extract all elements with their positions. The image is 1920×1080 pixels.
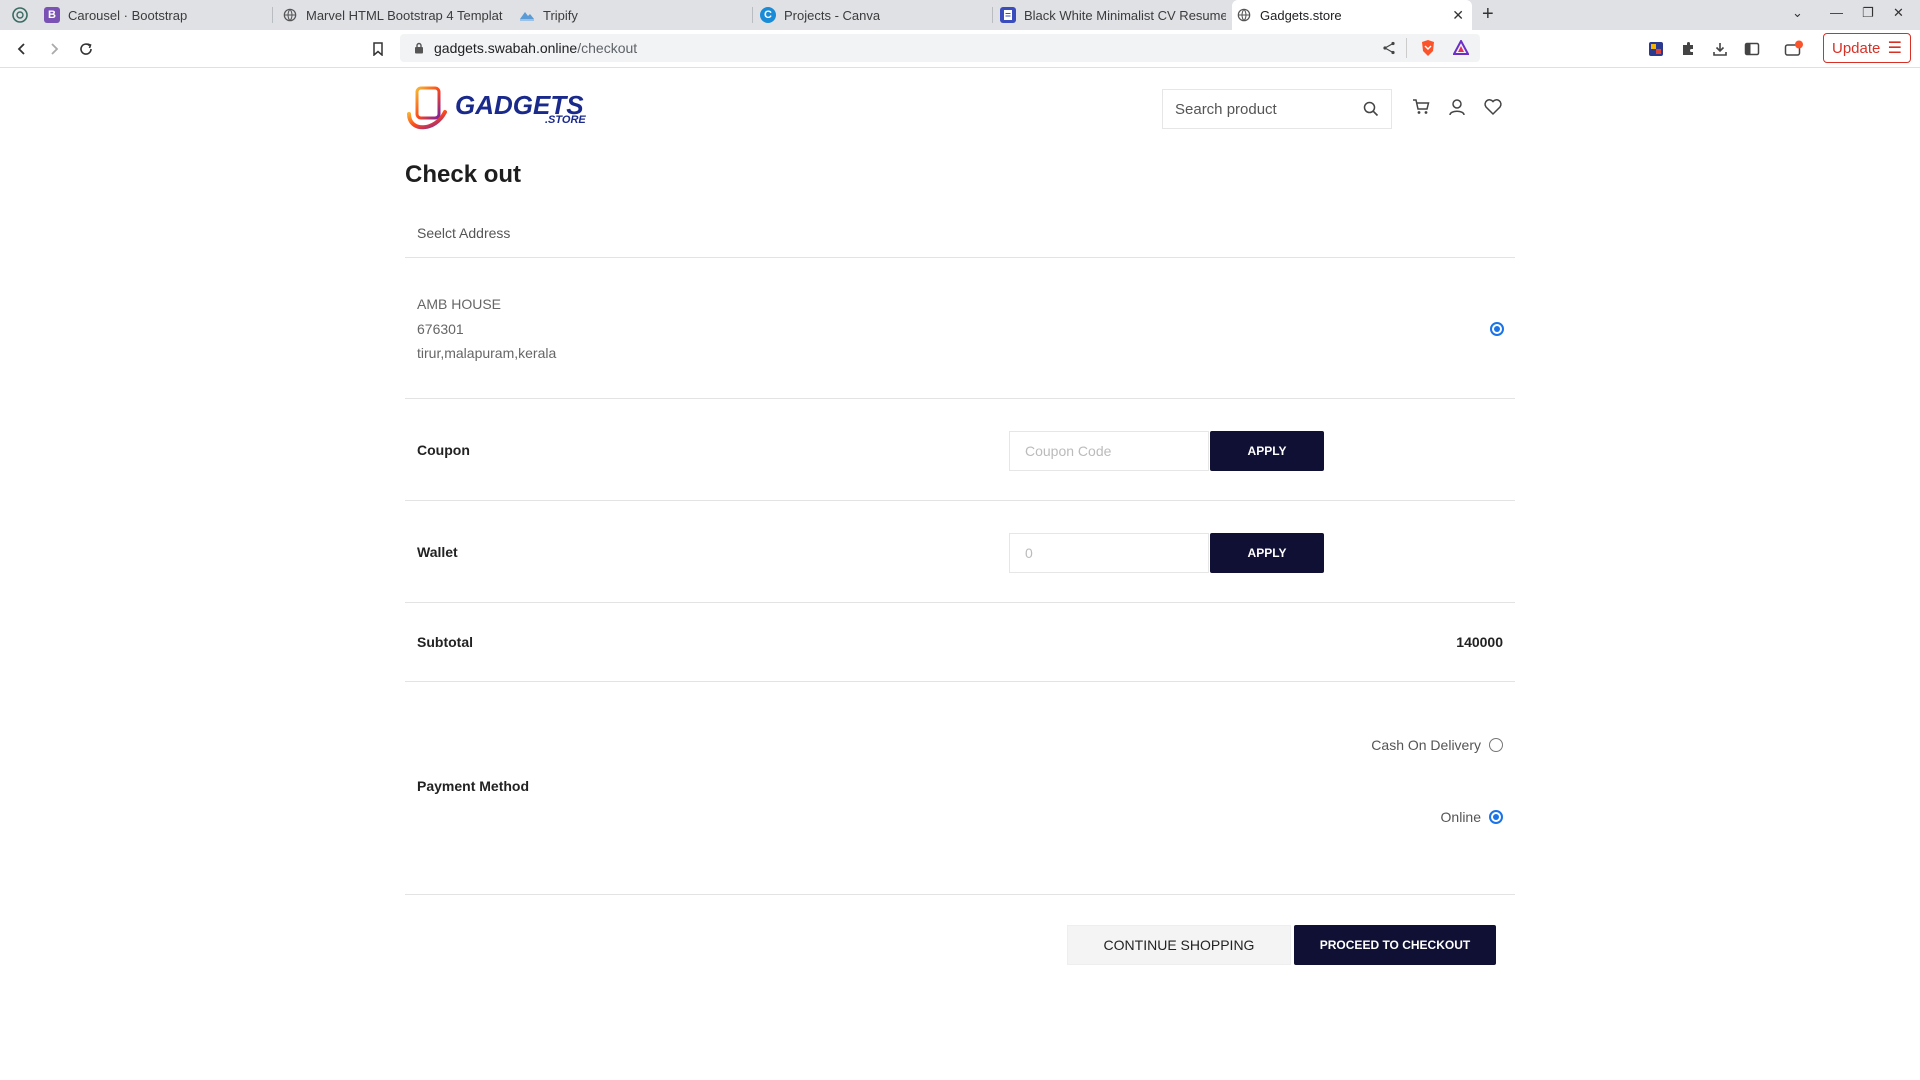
- browser-tab-bar: B Carousel · Bootstrap Marvel HTML Boots…: [0, 0, 1920, 30]
- tab-canva[interactable]: C Projects - Canva: [756, 0, 986, 30]
- online-radio[interactable]: [1489, 810, 1503, 824]
- brave-rewards-icon[interactable]: [1453, 40, 1469, 56]
- search-box: [1162, 89, 1392, 129]
- tab-gadgets-store[interactable]: Gadgets.store ✕: [1232, 0, 1472, 30]
- share-icon[interactable]: [1382, 41, 1396, 55]
- logo-suffix: .STORE: [545, 114, 586, 126]
- payment-option-cod[interactable]: Cash On Delivery: [1371, 737, 1503, 753]
- apply-wallet-button[interactable]: APPLY: [1210, 533, 1324, 573]
- tab-title: Marvel HTML Bootstrap 4 Templat: [306, 7, 503, 23]
- coupon-code-input[interactable]: [1009, 431, 1209, 471]
- site-header: GADGETS .STORE: [405, 68, 1515, 148]
- sidebar-icon[interactable]: [1744, 41, 1760, 57]
- chatgpt-tab-icon[interactable]: [0, 0, 40, 30]
- divider: [405, 398, 1515, 399]
- search-icon[interactable]: [1363, 101, 1379, 117]
- coupon-label: Coupon: [417, 442, 470, 458]
- subtotal-value: 140000: [1456, 634, 1503, 650]
- address-line-2: 676301: [417, 320, 464, 337]
- globe-icon: [282, 7, 298, 23]
- lock-icon: [415, 42, 423, 54]
- bookmark-icon[interactable]: [368, 39, 388, 59]
- doc-icon: [1000, 7, 1016, 23]
- payment-method-label: Payment Method: [417, 778, 530, 794]
- divider: [405, 500, 1515, 501]
- address-line-1: AMB HOUSE: [417, 296, 502, 312]
- close-tab-icon[interactable]: ✕: [1452, 7, 1464, 24]
- tab-title: Tripify: [543, 7, 578, 23]
- tab-title: Gadgets.store: [1260, 7, 1342, 23]
- back-icon[interactable]: [12, 39, 32, 59]
- tripify-icon: [519, 7, 535, 23]
- reload-icon[interactable]: [76, 39, 96, 59]
- canva-icon: C: [760, 7, 776, 23]
- close-window-icon[interactable]: ✕: [1893, 5, 1904, 21]
- restore-icon[interactable]: ❐: [1862, 5, 1874, 21]
- tab-title: Projects - Canva: [784, 7, 881, 23]
- update-button[interactable]: Update ☰: [1823, 33, 1911, 63]
- tab-tripify[interactable]: Tripify: [515, 0, 745, 30]
- address-bar[interactable]: gadgets.swabah.online/checkout: [400, 34, 1480, 62]
- user-icon[interactable]: [1447, 97, 1467, 117]
- globe-icon: [1236, 7, 1252, 23]
- proceed-to-checkout-button[interactable]: PROCEED TO CHECKOUT: [1294, 925, 1496, 965]
- new-tab-icon[interactable]: +: [1482, 3, 1494, 26]
- menu-icon: ☰: [1887, 40, 1902, 57]
- address-radio[interactable]: [1490, 322, 1504, 336]
- subtotal-label: Subtotal: [417, 634, 473, 650]
- tab-carousel-bootstrap[interactable]: B Carousel · Bootstrap: [40, 0, 270, 30]
- url-path: /checkout: [577, 40, 638, 56]
- tab-title: Black White Minimalist CV Resume: [1024, 7, 1226, 23]
- cod-radio[interactable]: [1489, 738, 1503, 752]
- wallet-amount-input[interactable]: [1009, 533, 1209, 573]
- divider: [405, 894, 1515, 895]
- checkout-page: GADGETS .STORE Check out Seelct Address …: [405, 68, 1515, 965]
- brave-shields-icon[interactable]: [1420, 39, 1436, 57]
- forward-icon[interactable]: [44, 39, 64, 59]
- payment-option-label: Online: [1440, 809, 1481, 825]
- divider: [405, 257, 1515, 258]
- bootstrap-icon: B: [44, 7, 60, 23]
- page-title: Check out: [405, 161, 522, 188]
- cart-icon[interactable]: [1411, 97, 1431, 117]
- tab-cv-resume[interactable]: Black White Minimalist CV Resume: [996, 0, 1226, 30]
- tab-title: Carousel · Bootstrap: [68, 7, 188, 23]
- payment-option-label: Cash On Delivery: [1371, 737, 1481, 753]
- search-input[interactable]: [1163, 90, 1353, 128]
- wallet-label: Wallet: [417, 544, 458, 560]
- extensions-puzzle-icon[interactable]: [1680, 41, 1696, 57]
- continue-shopping-button[interactable]: CONTINUE SHOPPING: [1067, 925, 1291, 965]
- divider: [405, 681, 1515, 682]
- heart-icon[interactable]: [1483, 97, 1503, 117]
- apply-coupon-button[interactable]: APPLY: [1210, 431, 1324, 471]
- url-host: gadgets.swabah.online: [434, 40, 578, 56]
- download-icon[interactable]: [1712, 41, 1728, 57]
- divider: [405, 602, 1515, 603]
- address-line-3: tirur,malapuram,kerala: [417, 345, 557, 361]
- update-label: Update: [1832, 39, 1881, 57]
- payment-option-online[interactable]: Online: [1441, 809, 1503, 825]
- url-text: gadgets.swabah.online/checkout: [434, 40, 637, 56]
- gadgets-store-logo[interactable]: GADGETS .STORE: [405, 84, 590, 134]
- wallet-notification-icon[interactable]: [1784, 40, 1804, 58]
- address-section-label: Seelct Address: [417, 225, 511, 241]
- tab-marvel-template[interactable]: Marvel HTML Bootstrap 4 Templat: [278, 0, 508, 30]
- minimize-icon[interactable]: —: [1830, 5, 1843, 20]
- browser-toolbar: gadgets.swabah.online/checkout Update ☰: [0, 30, 1920, 68]
- extension-color-icon[interactable]: [1648, 41, 1664, 57]
- address-card: AMB HOUSE 676301 tirur,malapuram,kerala: [417, 292, 556, 366]
- tab-list-chevron-icon[interactable]: ⌄: [1792, 5, 1803, 21]
